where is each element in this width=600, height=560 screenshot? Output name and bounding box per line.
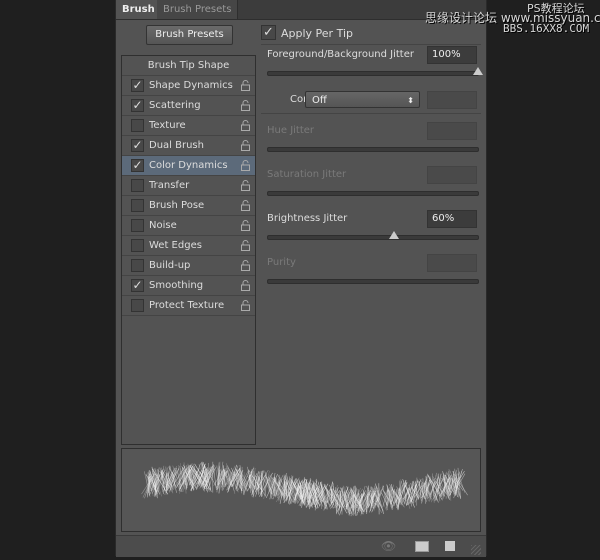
lock-icon[interactable] (241, 140, 250, 151)
brush-grid-icon[interactable] (415, 541, 429, 552)
brush-presets-button[interactable]: Brush Presets (146, 25, 233, 45)
lock-icon[interactable] (241, 260, 250, 271)
lock-icon[interactable] (241, 220, 250, 231)
hue-jitter-label: Hue Jitter (267, 125, 315, 136)
control-select[interactable]: Off ⬍ (305, 91, 420, 108)
list-item-noise[interactable]: Noise (122, 216, 255, 236)
apply-per-tip-checkbox[interactable]: ✓ (261, 25, 276, 40)
list-item-build-up[interactable]: Build-up (122, 256, 255, 276)
lock-icon[interactable] (241, 80, 250, 91)
list-item-scattering[interactable]: ✓ Scattering (122, 96, 255, 116)
list-item-label: Noise (149, 220, 177, 231)
list-item-color-dynamics[interactable]: ✓ Color Dynamics (122, 156, 255, 176)
lock-icon[interactable] (241, 200, 250, 211)
checkmark-icon: ✓ (132, 78, 143, 92)
updown-arrow-icon: ⬍ (407, 96, 414, 105)
checkbox[interactable]: ✓ (131, 279, 144, 292)
brush-settings-list: Brush Tip Shape ✓ Shape Dynamics ✓ Scatt… (121, 55, 256, 445)
checkbox[interactable] (131, 239, 144, 252)
saturation-jitter-label: Saturation Jitter (267, 169, 347, 180)
checkbox[interactable] (131, 179, 144, 192)
list-item-wet-edges[interactable]: Wet Edges (122, 236, 255, 256)
brightness-jitter-slider[interactable] (267, 231, 479, 240)
list-item-transfer[interactable]: Transfer (122, 176, 255, 196)
lock-icon[interactable] (241, 160, 250, 171)
tab-brush[interactable]: Brush (116, 0, 161, 19)
checkbox[interactable] (131, 259, 144, 272)
list-item-label: Shape Dynamics (149, 80, 233, 91)
list-item-label: Wet Edges (149, 240, 202, 251)
saturation-jitter-slider (267, 191, 479, 196)
fg-bg-jitter-label: Foreground/Background Jitter (267, 49, 414, 60)
resize-grip-icon[interactable] (471, 545, 481, 555)
divider (261, 44, 481, 45)
brightness-jitter-input[interactable]: 60% (427, 210, 477, 228)
hue-jitter-input (427, 122, 477, 140)
checkbox[interactable]: ✓ (131, 99, 144, 112)
checkmark-icon: ✓ (132, 98, 143, 112)
list-item-label: Build-up (149, 260, 191, 271)
lock-icon[interactable] (241, 240, 250, 251)
hue-jitter-slider (267, 147, 479, 152)
list-item-texture[interactable]: Texture (122, 116, 255, 136)
list-item-label: Protect Texture (149, 300, 225, 311)
checkbox[interactable]: ✓ (131, 79, 144, 92)
lock-icon[interactable] (241, 100, 250, 111)
list-item-label: Dual Brush (149, 140, 204, 151)
list-item-shape-dynamics[interactable]: ✓ Shape Dynamics (122, 76, 255, 96)
brush-stroke-preview (121, 448, 481, 532)
brightness-jitter-label: Brightness Jitter (267, 213, 348, 224)
brush-stroke (141, 461, 468, 517)
list-item-dual-brush[interactable]: ✓ Dual Brush (122, 136, 255, 156)
brush-panel: Brush Brush Presets Brush Presets Brush … (115, 0, 487, 557)
list-item-label: Brush Pose (149, 200, 205, 211)
purity-slider (267, 279, 479, 284)
saturation-jitter-input (427, 166, 477, 184)
brush-tip-shape-item[interactable]: Brush Tip Shape (122, 56, 255, 76)
checkbox[interactable] (131, 199, 144, 212)
apply-per-tip-label: Apply Per Tip (281, 27, 353, 40)
purity-input (427, 254, 477, 272)
checkmark-icon: ✓ (132, 278, 143, 292)
new-brush-icon[interactable] (445, 541, 455, 551)
fg-bg-jitter-input[interactable]: 100% (427, 46, 477, 64)
list-item-label: Scattering (149, 100, 201, 111)
list-item-label: Color Dynamics (149, 160, 228, 171)
checkbox[interactable] (131, 219, 144, 232)
watermark-line2b: BBS.16XX8.COM (503, 22, 590, 35)
checkbox[interactable] (131, 299, 144, 312)
control-value: Off (312, 95, 327, 106)
bottom-toolbar: 👁 (116, 535, 486, 557)
list-item-brush-pose[interactable]: Brush Pose (122, 196, 255, 216)
list-item-protect-texture[interactable]: Protect Texture (122, 296, 255, 316)
toggle-live-tip-icon[interactable]: 👁 (381, 539, 396, 553)
checkmark-icon: ✓ (132, 138, 143, 152)
list-item-label: Texture (149, 120, 186, 131)
lock-icon[interactable] (241, 280, 250, 291)
list-item-label: Transfer (149, 180, 190, 191)
divider (261, 113, 481, 114)
purity-label: Purity (267, 257, 296, 268)
lock-icon[interactable] (241, 120, 250, 131)
fg-bg-jitter-slider[interactable] (267, 67, 483, 76)
lock-icon[interactable] (241, 180, 250, 191)
lock-icon[interactable] (241, 300, 250, 311)
checkbox[interactable] (131, 119, 144, 132)
checkmark-icon: ✓ (263, 25, 274, 40)
checkmark-icon: ✓ (132, 158, 143, 172)
list-item-smoothing[interactable]: ✓ Smoothing (122, 276, 255, 296)
slider-thumb[interactable] (473, 67, 483, 75)
slider-thumb[interactable] (389, 231, 399, 239)
tab-brush-presets[interactable]: Brush Presets (157, 0, 239, 19)
checkbox[interactable]: ✓ (131, 159, 144, 172)
stroke-bristle (258, 471, 260, 495)
checkbox[interactable]: ✓ (131, 139, 144, 152)
list-item-label: Smoothing (149, 280, 204, 291)
control-extra-input (427, 91, 477, 109)
